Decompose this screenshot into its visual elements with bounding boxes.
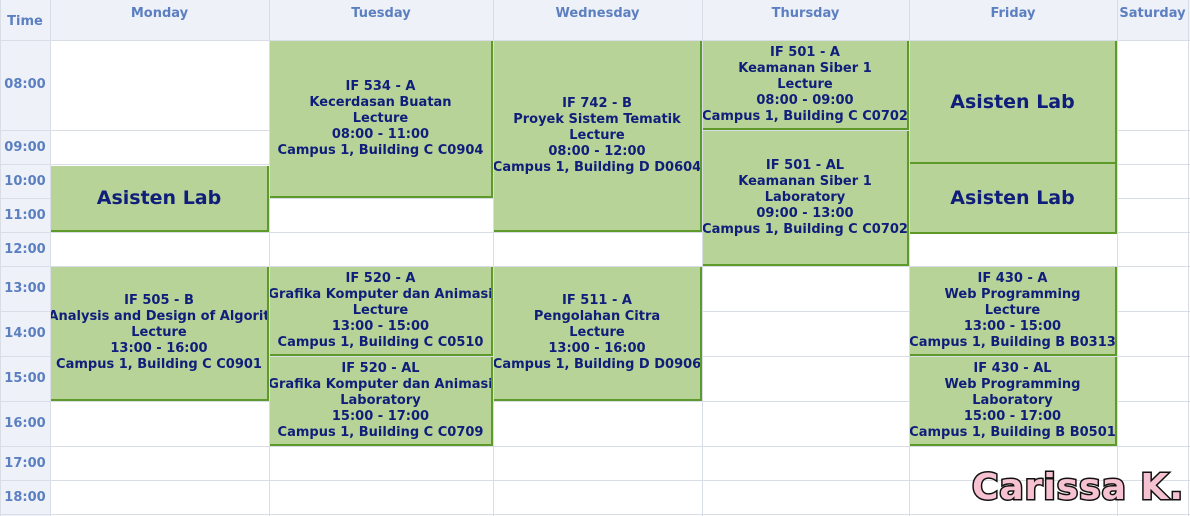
grid-line — [50, 0, 51, 516]
time-label: 08:00 — [4, 77, 46, 92]
event-code: IF 501 - A — [770, 44, 840, 60]
header-saturday: Saturday — [1119, 6, 1186, 21]
event-if742-b[interactable]: IF 742 - B Proyek Sistem Tematik Lecture… — [494, 41, 702, 232]
event-course: Pengolahan Citra — [533, 309, 661, 324]
event-title: Asisten Lab — [950, 90, 1075, 113]
event-type: Lecture — [352, 302, 409, 318]
event-type: Laboratory — [340, 392, 421, 408]
header-monday: Monday — [130, 6, 189, 21]
time-label: 16:00 — [4, 416, 46, 431]
grid-line — [1188, 0, 1189, 516]
header-friday: Friday — [990, 6, 1036, 21]
header-thursday: Thursday — [771, 6, 840, 21]
event-title: Asisten Lab — [950, 187, 1075, 209]
watermark: Carissa K. — [970, 466, 1184, 510]
event-location: Campus 1, Building D D0604 — [494, 159, 702, 175]
event-course: Web Programming — [944, 376, 1081, 392]
event-code: IF 742 - B — [562, 95, 632, 111]
event-location: Campus 1, Building C C0702 — [703, 108, 908, 124]
event-type: Laboratory — [764, 189, 846, 205]
event-if501-a[interactable]: IF 501 - A Keamanan Siber 1 Lecture 08:0… — [703, 41, 909, 130]
event-asisten-lab-friday-2[interactable]: Asisten Lab — [910, 164, 1117, 234]
event-if430-al[interactable]: IF 430 - AL Web Programming Laboratory 1… — [910, 357, 1117, 446]
event-location: Campus 1, Building C C0709 — [277, 424, 484, 440]
event-course: Web Programming — [944, 286, 1081, 302]
event-type: Lecture — [777, 76, 833, 92]
event-type: Lecture — [352, 110, 409, 126]
event-location: Campus 1, Building B B0501 — [910, 424, 1116, 440]
event-code: IF 534 - A — [345, 78, 416, 94]
event-course: Kecerdasan Buatan — [309, 94, 452, 110]
event-location: Campus 1, Building C C0904 — [277, 142, 484, 158]
event-code: IF 505 - B — [124, 293, 194, 308]
time-label: 12:00 — [4, 242, 46, 257]
grid-line — [1117, 0, 1118, 516]
event-code: IF 511 - A — [562, 293, 632, 308]
event-location: Campus 1, Building D D0906 — [494, 357, 702, 372]
event-if505-b[interactable]: IF 505 - B Analysis and Design of Algori… — [51, 267, 269, 401]
event-asisten-lab-friday-1[interactable]: Asisten Lab — [910, 41, 1117, 164]
event-asisten-lab-monday[interactable]: Asisten Lab — [51, 166, 269, 232]
event-course: Grafika Komputer dan Animasi — [270, 376, 493, 392]
time-label: 17:00 — [4, 456, 46, 471]
event-time: 13:00 - 16:00 — [548, 341, 646, 356]
event-location: Campus 1, Building C C0901 — [56, 357, 262, 372]
event-location: Campus 1, Building C C0510 — [277, 334, 484, 350]
event-if511-a[interactable]: IF 511 - A Pengolahan Citra Lecture 13:0… — [494, 267, 702, 401]
event-type: Lecture — [569, 127, 625, 143]
event-course: Grafika Komputer dan Animasi — [270, 286, 493, 302]
event-type: Lecture — [984, 302, 1041, 318]
event-time: 08:00 - 12:00 — [548, 143, 646, 159]
event-code: IF 501 - AL — [765, 157, 845, 173]
time-label: 14:00 — [4, 326, 46, 341]
event-code: IF 430 - AL — [973, 360, 1052, 376]
event-if534-a[interactable]: IF 534 - A Kecerdasan Buatan Lecture 08:… — [270, 41, 493, 198]
event-type: Lecture — [569, 325, 625, 340]
event-code: IF 520 - A — [345, 270, 416, 286]
time-label: 18:00 — [4, 490, 46, 505]
time-label: 10:00 — [4, 174, 46, 189]
event-code: IF 520 - AL — [341, 360, 420, 376]
time-label: 11:00 — [4, 208, 46, 223]
event-if501-al[interactable]: IF 501 - AL Keamanan Siber 1 Laboratory … — [703, 131, 909, 266]
event-time: 08:00 - 09:00 — [756, 92, 854, 108]
event-time: 15:00 - 17:00 — [331, 408, 430, 424]
event-time: 09:00 - 13:00 — [756, 205, 854, 221]
event-title: Asisten Lab — [96, 187, 222, 209]
event-code: IF 430 - A — [977, 270, 1048, 286]
event-course: Proyek Sistem Tematik — [513, 111, 681, 127]
time-label: 13:00 — [4, 281, 46, 296]
header-tuesday: Tuesday — [351, 6, 411, 21]
event-type: Laboratory — [972, 392, 1053, 408]
event-if520-a[interactable]: IF 520 - A Grafika Komputer dan Animasi … — [270, 267, 493, 356]
grid-line — [0, 514, 1190, 515]
event-course: Keamanan Siber 1 — [738, 60, 872, 76]
event-time: 08:00 - 11:00 — [331, 126, 430, 142]
header-time: Time — [7, 14, 43, 29]
time-label: 09:00 — [4, 140, 46, 155]
event-if520-al[interactable]: IF 520 - AL Grafika Komputer dan Animasi… — [270, 357, 493, 446]
event-time: 13:00 - 16:00 — [110, 341, 208, 356]
event-time: 15:00 - 17:00 — [963, 408, 1062, 424]
header-wednesday: Wednesday — [555, 6, 640, 21]
event-time: 13:00 - 15:00 — [331, 318, 430, 334]
event-course: Keamanan Siber 1 — [738, 173, 872, 189]
event-type: Lecture — [131, 325, 187, 340]
event-location: Campus 1, Building C C0702 — [703, 221, 908, 237]
time-label: 15:00 — [4, 371, 46, 386]
grid-line — [0, 446, 1190, 447]
event-location: Campus 1, Building B B0313 — [910, 334, 1116, 350]
event-course: Analysis and Design of Algorit — [51, 309, 269, 324]
event-time: 13:00 - 15:00 — [963, 318, 1062, 334]
event-if430-a[interactable]: IF 430 - A Web Programming Lecture 13:00… — [910, 267, 1117, 356]
